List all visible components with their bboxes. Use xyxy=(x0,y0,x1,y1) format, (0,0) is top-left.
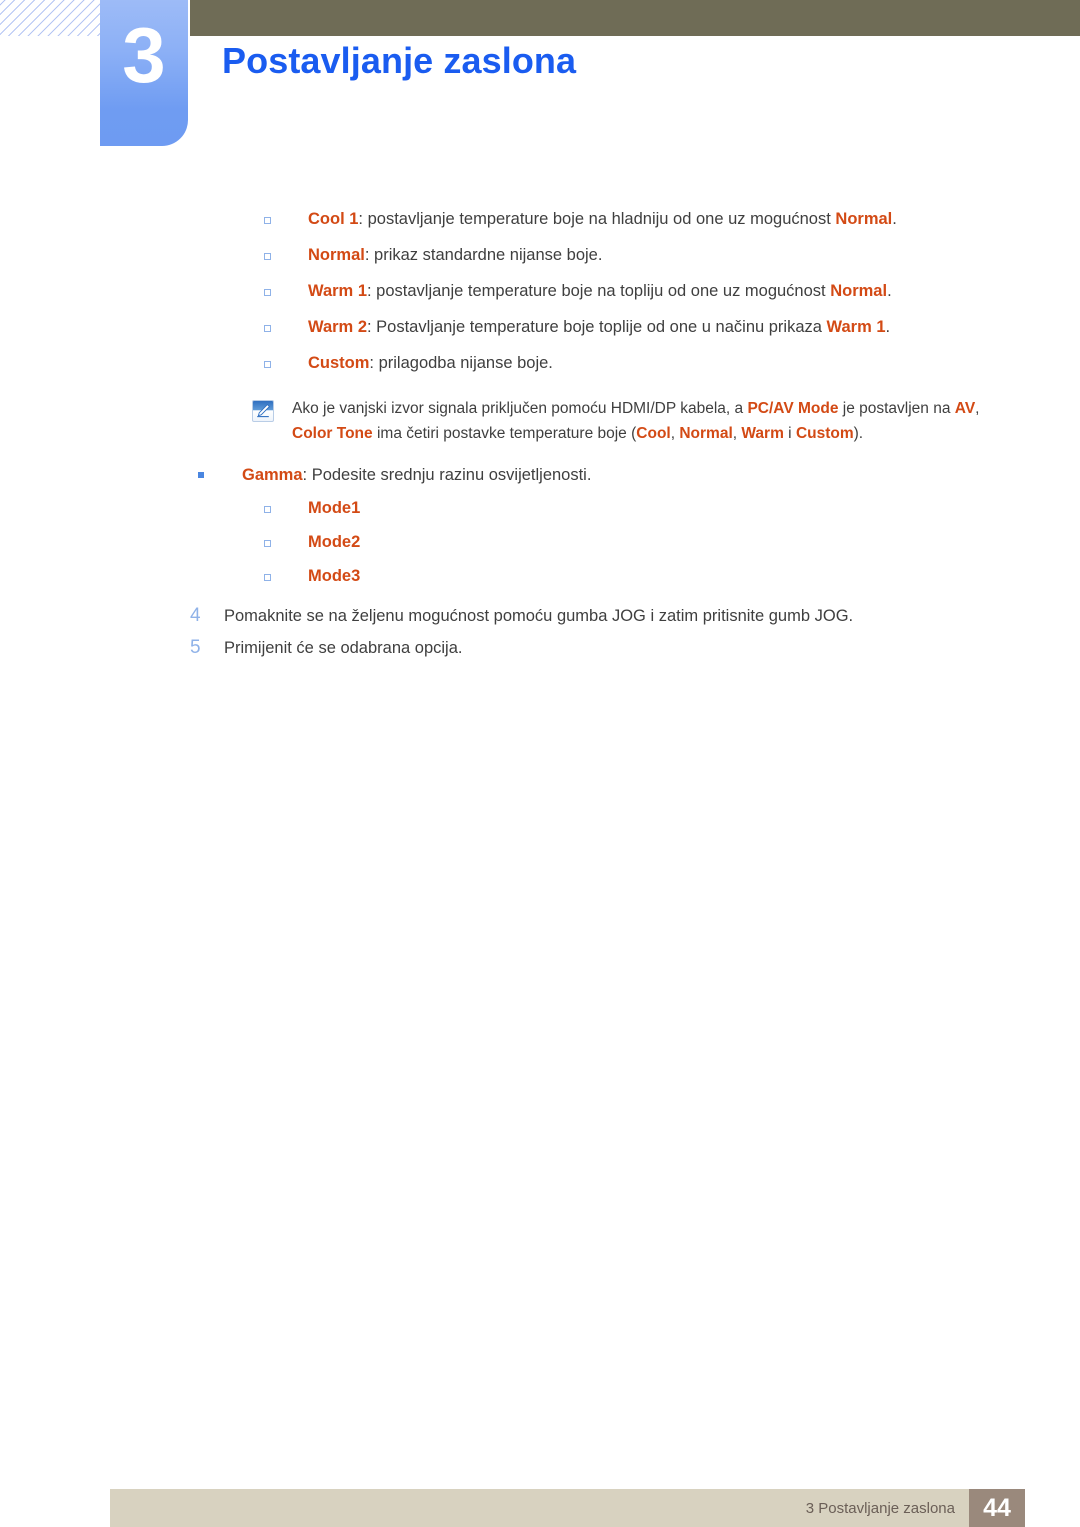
footer-bar: 3 Postavljanje zaslona 44 xyxy=(110,1489,1025,1527)
note-text-end: ). xyxy=(853,425,864,442)
gamma-mode-label: Mode3 xyxy=(308,567,361,585)
note-callout: Ako je vanjski izvor signala priključen … xyxy=(252,396,1012,446)
note-opt-normal: Normal xyxy=(679,425,733,442)
chapter-number: 3 xyxy=(122,11,166,99)
note-opt-cool: Cool xyxy=(636,425,671,442)
page-content: Cool 1: postavljanje temperature boje na… xyxy=(0,208,1080,667)
list-item: Normal: prikaz standardne nijanse boje. xyxy=(264,244,1080,266)
option-body-2: . xyxy=(892,210,897,228)
square-bullet-icon xyxy=(264,316,308,332)
gamma-body: : Podesite srednju razinu osvijetljenost… xyxy=(302,466,592,484)
list-item: Mode3 xyxy=(264,565,1080,587)
option-body: : postavljanje temperature boje na topli… xyxy=(367,282,831,300)
step-number: 4 xyxy=(190,605,201,626)
option-term: Warm 2 xyxy=(308,318,367,336)
note-term-pcav: PC/AV Mode xyxy=(747,400,839,417)
color-tone-option-list: Cool 1: postavljanje temperature boje na… xyxy=(0,208,1080,374)
footer-chapter-label: 3 Postavljanje zaslona xyxy=(805,1499,955,1517)
note-text-a: Ako je vanjski izvor signala priključen … xyxy=(292,400,748,417)
option-term: Custom xyxy=(308,354,370,372)
note-opt-warm: Warm xyxy=(741,425,784,442)
page-number: 44 xyxy=(969,1489,1025,1527)
gamma-mode-label: Mode2 xyxy=(308,533,361,551)
list-item-text: Cool 1: postavljanje temperature boje na… xyxy=(308,208,897,230)
note-opt-custom: Custom xyxy=(795,425,854,442)
list-item: Custom: prilagodba nijanse boje. xyxy=(264,352,1080,374)
list-item-text: Warm 2: Postavljanje temperature boje to… xyxy=(308,316,890,338)
step-number: 5 xyxy=(190,637,201,658)
step-text: Primijenit će se odabrana opcija. xyxy=(224,639,463,657)
square-bullet-icon xyxy=(264,208,308,224)
dot-bullet-icon xyxy=(198,464,242,478)
option-body: : prikaz standardne nijanse boje. xyxy=(364,246,603,264)
page-title: Postavljanje zaslona xyxy=(222,40,577,81)
list-item: Mode1 xyxy=(264,497,1080,519)
square-bullet-icon xyxy=(264,497,308,513)
footer-content: 3 Postavljanje zaslona 44 xyxy=(806,1489,1025,1527)
list-item-text: Warm 1: postavljanje temperature boje na… xyxy=(308,280,892,302)
list-item: Warm 1: postavljanje temperature boje na… xyxy=(264,280,1080,302)
option-body: : Postavljanje temperature boje toplije … xyxy=(367,318,827,336)
list-item-text: Normal: prikaz standardne nijanse boje. xyxy=(308,244,602,266)
step-item: 5 Primijenit će se odabrana opcija. xyxy=(190,635,1080,661)
note-term-color-tone: Color Tone xyxy=(292,425,373,442)
option-body-2: . xyxy=(887,282,892,300)
note-pencil-icon xyxy=(252,400,274,422)
square-bullet-icon xyxy=(264,244,308,260)
square-bullet-icon xyxy=(264,565,308,581)
list-item: Mode2 xyxy=(264,531,1080,553)
option-term: Normal xyxy=(308,246,365,264)
gamma-mode-label: Mode1 xyxy=(308,499,361,517)
option-term: Cool 1 xyxy=(308,210,359,228)
list-item: Cool 1: postavljanje temperature boje na… xyxy=(264,208,1080,230)
list-item-text: Custom: prilagodba nijanse boje. xyxy=(308,352,553,374)
option-term: Warm 1 xyxy=(308,282,367,300)
gamma-list-item: Gamma: Podesite srednju razinu osvijetlj… xyxy=(198,464,1080,486)
gamma-text: Gamma: Podesite srednju razinu osvijetlj… xyxy=(242,464,591,486)
square-bullet-icon xyxy=(264,280,308,296)
chapter-number-badge: 3 xyxy=(100,0,188,146)
step-item: 4 Pomaknite se na željenu mogućnost pomo… xyxy=(190,603,1080,629)
option-term-2: Normal xyxy=(830,282,888,300)
note-text-c: , xyxy=(975,400,980,417)
note-text-b: je postavljen na xyxy=(838,400,955,417)
note-text-d: ima četiri postavke temperature boje ( xyxy=(372,425,637,442)
option-term-2: Normal xyxy=(835,210,893,228)
note-text: Ako je vanjski izvor signala priključen … xyxy=(292,396,1012,446)
square-bullet-icon xyxy=(264,352,308,368)
step-text: Pomaknite se na željenu mogućnost pomoću… xyxy=(224,607,854,625)
option-term-2: Warm 1 xyxy=(826,318,886,336)
option-body-2: . xyxy=(885,318,891,336)
option-body: : postavljanje temperature boje na hladn… xyxy=(358,210,836,228)
note-sep-3: i xyxy=(783,425,796,442)
note-term-av: AV xyxy=(954,400,976,417)
option-body: : prilagodba nijanse boje. xyxy=(369,354,553,372)
gamma-term: Gamma xyxy=(242,466,303,484)
list-item: Warm 2: Postavljanje temperature boje to… xyxy=(264,316,1080,338)
square-bullet-icon xyxy=(264,531,308,547)
header-bar xyxy=(190,0,1080,36)
